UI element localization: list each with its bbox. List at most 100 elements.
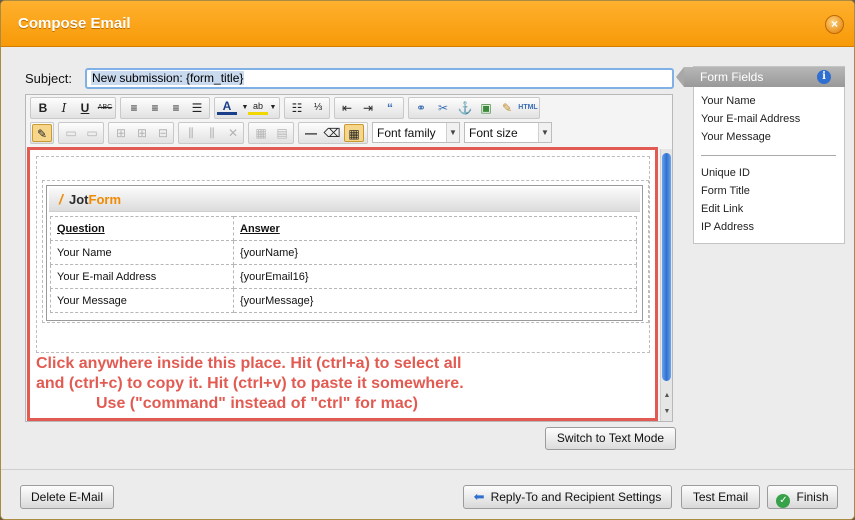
subject-input[interactable]: New submission: {form_title} <box>85 68 674 89</box>
field-item-your-name[interactable]: Your Name <box>701 95 756 107</box>
toolbar-row-1: B I U ABC ≡ ≡ ≡ ☰ A ▼ ab ▼ ☷ ⅓ ⇤ ⇥ “ ⚭ ✂… <box>28 96 668 120</box>
strikethrough-button[interactable]: ABC <box>95 99 115 117</box>
subject-label: Subject: <box>25 71 72 86</box>
font-family-select[interactable]: Font family ▼ <box>372 122 460 143</box>
back-arrow-icon: ⬅ <box>473 489 485 504</box>
reply-to-settings-button[interactable]: ⬅ Reply-To and Recipient Settings <box>463 485 672 509</box>
table-cell-answer: {yourMessage} <box>233 288 637 313</box>
table-header-row: Question Answer <box>50 216 637 241</box>
layer-group: ▭ ▭ <box>58 122 104 144</box>
numbered-list-icon[interactable]: ⅓ <box>308 99 328 117</box>
field-item-your-email[interactable]: Your E-mail Address <box>701 113 800 125</box>
table-row: Your Name {yourName} <box>50 240 637 265</box>
dialog-title: Compose Email <box>18 15 131 32</box>
dialog-title-bar[interactable]: Compose Email × <box>1 1 854 47</box>
text-color-icon[interactable]: A <box>217 99 237 115</box>
align-justify-icon[interactable]: ☰ <box>187 99 207 117</box>
indent-icon[interactable]: ⇥ <box>358 99 378 117</box>
chevron-down-icon: ▼ <box>446 123 459 142</box>
split-cells-icon[interactable]: ▦ <box>251 124 271 142</box>
table-row: Your Message {yourMessage} <box>50 288 637 313</box>
underline-button[interactable]: U <box>75 99 95 117</box>
horizontal-rule-icon[interactable]: — <box>301 124 321 142</box>
checkmark-icon: ✓ <box>776 494 791 508</box>
bullet-list-icon[interactable]: ☷ <box>287 99 307 117</box>
layer-icon[interactable]: ▭ <box>61 124 81 142</box>
chevron-down-icon: ▼ <box>538 123 551 142</box>
email-content-area[interactable]: / JotForm Question Answer Your Name {you… <box>27 147 658 421</box>
field-item-unique-id[interactable]: Unique ID <box>701 167 750 179</box>
highlight-dropdown-icon[interactable]: ▼ <box>263 99 283 117</box>
blockquote-icon[interactable]: “ <box>380 99 400 117</box>
cleanup-icon[interactable]: ✎ <box>497 99 517 117</box>
misc-group: — ⌫ ▦ <box>298 122 368 144</box>
bold-button[interactable]: B <box>33 99 53 117</box>
align-group: ≡ ≡ ≡ ☰ <box>120 97 210 119</box>
styleprops-group: ✎ <box>30 122 54 144</box>
font-size-select[interactable]: Font size ▼ <box>464 122 552 143</box>
reply-to-settings-label: Reply-To and Recipient Settings <box>490 490 662 504</box>
finish-label: Finish <box>796 490 829 504</box>
info-icon[interactable]: i <box>817 70 831 84</box>
delete-email-button[interactable]: Delete E-Mail <box>20 485 114 509</box>
subject-value: New submission: {form_title} <box>91 71 245 85</box>
instruction-line: and (ctrl+c) to copy it. Hit (ctrl+v) to… <box>36 375 464 392</box>
link-icon[interactable]: ⚭ <box>411 99 431 117</box>
form-fields-title: Form Fields <box>700 70 764 84</box>
delete-row-icon[interactable]: ⊟ <box>153 124 173 142</box>
align-right-icon[interactable]: ≡ <box>166 99 186 117</box>
field-item-your-message[interactable]: Your Message <box>701 131 771 143</box>
remove-format-icon[interactable]: ⌫ <box>322 124 342 142</box>
close-icon[interactable]: × <box>825 15 844 34</box>
font-family-value: Font family <box>377 126 436 140</box>
jotform-logo-icon: / <box>59 191 63 207</box>
row-after-icon[interactable]: ⊞ <box>132 124 152 142</box>
table-row: Your E-mail Address {yourEmail16} <box>50 264 637 289</box>
scroll-up-icon[interactable]: ▲ <box>661 391 673 401</box>
anchor-icon[interactable]: ⚓ <box>455 99 475 117</box>
submission-table: Question Answer Your Name {yourName} You… <box>50 216 637 313</box>
submission-table-box: / JotForm Question Answer Your Name {you… <box>46 185 643 321</box>
dialog-footer: Delete E-Mail ⬅ Reply-To and Recipient Se… <box>1 469 854 519</box>
delete-col-icon[interactable]: ✕ <box>223 124 243 142</box>
align-center-icon[interactable]: ≡ <box>145 99 165 117</box>
table-cell-group: ▦ ▤ <box>248 122 294 144</box>
outdent-icon[interactable]: ⇤ <box>337 99 357 117</box>
compose-email-dialog: Compose Email × Subject: New submission:… <box>0 0 855 520</box>
field-item-ip-address[interactable]: IP Address <box>701 221 754 233</box>
align-left-icon[interactable]: ≡ <box>124 99 144 117</box>
toolbar-row-2: ✎ ▭ ▭ ⊞ ⊞ ⊟ ⫼ ⫼ ✕ ▦ ▤ — ⌫ ▦ Font family … <box>28 121 668 145</box>
visual-aid-icon[interactable]: ▦ <box>344 124 364 142</box>
layer-absolute-icon[interactable]: ▭ <box>82 124 102 142</box>
col-after-icon[interactable]: ⫼ <box>202 124 222 142</box>
instruction-line: Use ("command" instead of "ctrl" for mac… <box>96 395 418 412</box>
style-properties-icon[interactable]: ✎ <box>32 124 52 142</box>
list-group: ☷ ⅓ <box>284 97 330 119</box>
field-item-edit-link[interactable]: Edit Link <box>701 203 743 215</box>
row-before-icon[interactable]: ⊞ <box>111 124 131 142</box>
table-rows-group: ⊞ ⊞ ⊟ <box>108 122 174 144</box>
unlink-icon[interactable]: ✂ <box>433 99 453 117</box>
rich-text-editor: B I U ABC ≡ ≡ ≡ ☰ A ▼ ab ▼ ☷ ⅓ ⇤ ⇥ “ ⚭ ✂… <box>25 94 673 422</box>
table-cols-group: ⫼ ⫼ ✕ <box>178 122 244 144</box>
scroll-down-icon[interactable]: ▼ <box>661 407 673 417</box>
form-fields-header: Form Fields i <box>676 67 845 87</box>
jotform-logo: JotForm <box>69 192 121 207</box>
test-email-button[interactable]: Test Email <box>681 485 760 509</box>
editor-scrollbar[interactable]: ▲ ▼ <box>660 149 672 421</box>
table-cell-question: Your Name <box>50 240 234 265</box>
image-icon[interactable]: ▣ <box>476 99 496 117</box>
instruction-line: Click anywhere inside this place. Hit (c… <box>36 355 462 372</box>
finish-button[interactable]: ✓ Finish <box>767 485 838 509</box>
italic-button[interactable]: I <box>54 99 74 117</box>
merge-cells-icon[interactable]: ▤ <box>272 124 292 142</box>
switch-to-text-mode-button[interactable]: Switch to Text Mode <box>545 427 676 450</box>
field-item-form-title[interactable]: Form Title <box>701 185 750 197</box>
html-source-button[interactable]: HTML <box>518 99 538 117</box>
table-cell-question: Your Message <box>50 288 234 313</box>
col-before-icon[interactable]: ⫼ <box>181 124 201 142</box>
insert-group: ⚭ ✂ ⚓ ▣ ✎ HTML <box>408 97 540 119</box>
scrollbar-thumb[interactable] <box>662 153 671 381</box>
color-group: A ▼ ab ▼ <box>214 97 280 119</box>
table-cell-question: Your E-mail Address <box>50 264 234 289</box>
